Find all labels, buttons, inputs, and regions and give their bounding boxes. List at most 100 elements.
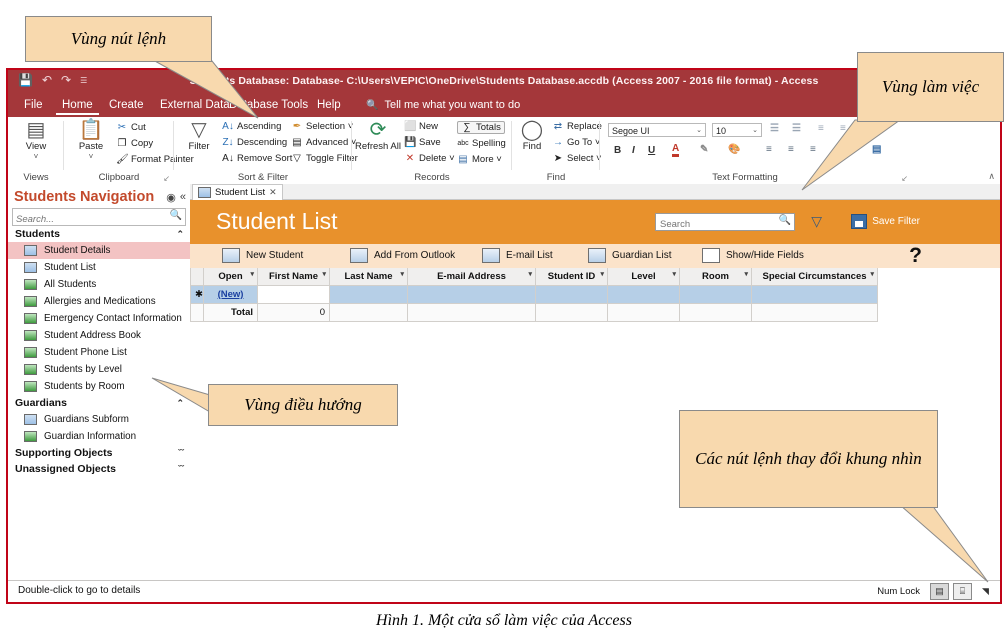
font-size-combobox[interactable]: 10 ⌄ [712, 123, 762, 137]
nav-item-allergies-and-medications[interactable]: Allergies and Medications [8, 293, 190, 310]
highlight-icon[interactable]: ✎ [700, 144, 708, 155]
new-record-button[interactable]: ⬜ New [404, 121, 438, 132]
add-from-outlook-button[interactable]: Add From Outlook [350, 248, 455, 263]
chevron-down-icon[interactable]: ▾ [400, 270, 404, 278]
toggle-filter-button[interactable]: ▽ Toggle Filter [291, 153, 358, 164]
cell-email-address[interactable] [407, 285, 536, 304]
select-all-corner[interactable] [190, 268, 204, 286]
form-search-box[interactable]: 🔍 [655, 213, 795, 233]
nav-item-student-address-book[interactable]: Student Address Book [8, 327, 190, 344]
cell-room[interactable] [679, 285, 752, 304]
chevron-down-icon[interactable]: ▾ [744, 270, 748, 278]
cell-open[interactable]: (New) [203, 285, 258, 304]
decrease-indent-icon[interactable]: ≡ [818, 123, 824, 134]
text-formatting-dialog-launcher-icon[interactable]: ↙ [901, 174, 908, 183]
column-header-open[interactable]: Open ▾ [203, 268, 258, 286]
clipboard-dialog-launcher-icon[interactable]: ↙ [163, 174, 170, 183]
nav-item-guardians-subform[interactable]: Guardians Subform [8, 411, 190, 428]
help-icon[interactable]: ? [909, 244, 922, 268]
design-view-button[interactable]: ◥ [976, 583, 995, 600]
chevron-down-icon[interactable]: ▾ [528, 270, 532, 278]
align-left-icon[interactable]: ≡ [766, 144, 772, 155]
nav-group-header[interactable]: Students ⌃ [8, 226, 190, 242]
new-record-link[interactable]: (New) [218, 289, 244, 300]
column-header-student-id[interactable]: Student ID ▾ [535, 268, 608, 286]
advanced-button[interactable]: ▤ Advanced ˅ [291, 137, 356, 148]
tab-create[interactable]: Create [103, 97, 150, 113]
search-input[interactable] [13, 211, 168, 228]
background-color-icon[interactable]: 🎨 [728, 144, 740, 155]
new-student-button[interactable]: New Student [222, 248, 303, 263]
search-input[interactable] [656, 216, 774, 233]
align-center-icon[interactable]: ≡ [788, 144, 794, 155]
alternate-row-color-icon[interactable]: ▤ [872, 144, 881, 155]
navigation-menu-icon[interactable]: ◉ [166, 191, 176, 204]
cell-last-name[interactable] [329, 285, 408, 304]
remove-sort-button[interactable]: A↓ Remove Sort [222, 153, 292, 164]
font-name-combobox[interactable]: Segoe UI ⌄ [608, 123, 706, 137]
collapse-ribbon-icon[interactable]: ∧ [988, 171, 995, 182]
save-record-button[interactable]: 💾 Save [404, 137, 441, 148]
cell-first-name[interactable] [257, 285, 330, 304]
nav-item-student-details[interactable]: Student Details [8, 242, 190, 259]
nav-item-all-students[interactable]: All Students [8, 276, 190, 293]
chevron-up-icon[interactable]: ⌃ [176, 398, 184, 409]
nav-item-students-by-level[interactable]: Students by Level [8, 361, 190, 378]
nav-item-student-phone-list[interactable]: Student Phone List [8, 344, 190, 361]
form-view-button[interactable]: ▤ [930, 583, 949, 600]
filter-icon[interactable]: ▽ [811, 213, 822, 230]
chevron-down-icon[interactable]: ▾ [250, 270, 254, 278]
go-to-button[interactable]: → Go To ˅ [552, 137, 600, 148]
chevron-double-down-icon[interactable]: ˇˇ [178, 464, 184, 474]
chevron-double-down-icon[interactable]: ˇˇ [178, 448, 184, 458]
italic-button[interactable]: I [632, 145, 635, 156]
column-header-last-name[interactable]: Last Name ▾ [329, 268, 408, 286]
nav-group-supporting-objects[interactable]: Supporting Objects ˇˇ [8, 445, 190, 461]
column-header-email-address[interactable]: E-mail Address ▾ [407, 268, 536, 286]
bold-button[interactable]: B [614, 145, 621, 156]
filter-button[interactable]: ▽ Filter [176, 119, 222, 152]
row-selector[interactable] [190, 303, 204, 322]
chevron-down-icon[interactable]: ⌄ [752, 124, 758, 138]
cell-student-id[interactable] [535, 285, 608, 304]
cut-button[interactable]: ✂ Cut [116, 122, 146, 133]
chevron-up-icon[interactable]: ⌃ [176, 229, 184, 240]
row-selector[interactable]: ✱ [190, 285, 204, 304]
chevron-down-icon[interactable]: ▾ [600, 270, 604, 278]
chevron-down-icon[interactable]: ▾ [672, 270, 676, 278]
view-button[interactable]: ▤ View ˅ [13, 119, 59, 161]
tab-home[interactable]: Home [56, 97, 99, 115]
delete-record-button[interactable]: ✕ Delete ˅ [404, 153, 455, 164]
column-header-level[interactable]: Level ▾ [607, 268, 680, 286]
align-right-icon[interactable]: ≡ [810, 144, 816, 155]
selection-button[interactable]: ✒ Selection ˅ [291, 121, 353, 132]
table-row[interactable]: ✱ (New) [190, 285, 1000, 304]
tab-database-tools[interactable]: Database Tools [223, 97, 314, 113]
column-header-first-name[interactable]: First Name ▾ [257, 268, 330, 286]
cell-level[interactable] [607, 285, 680, 304]
nav-group-header[interactable]: Guardians ⌃ [8, 395, 190, 411]
show-hide-fields-button[interactable]: Show/Hide Fields [702, 248, 804, 263]
navigation-search-box[interactable]: 🔍 [12, 208, 186, 228]
find-button[interactable]: ◯ Find [512, 119, 552, 152]
tab-file[interactable]: File [18, 97, 49, 113]
chevron-down-icon[interactable]: ⌄ [696, 124, 702, 138]
increase-indent-icon[interactable]: ≡ [840, 123, 846, 134]
chevron-down-icon[interactable]: ▾ [322, 270, 326, 278]
replace-button[interactable]: ⇄ Replace [552, 121, 602, 132]
collapse-pane-icon[interactable]: « [180, 191, 186, 204]
text-direction-icon[interactable]: ¶ [868, 123, 874, 134]
nav-group-unassigned-objects[interactable]: Unassigned Objects ˇˇ [8, 461, 190, 477]
more-button[interactable]: ▤ More ˅ [457, 154, 502, 165]
select-button[interactable]: ➤ Select ˅ [552, 153, 602, 164]
nav-item-student-list[interactable]: Student List [8, 259, 190, 276]
guardian-list-button[interactable]: Guardian List [588, 248, 671, 263]
paste-button[interactable]: 📋 Paste ˅ [68, 119, 114, 161]
totals-button[interactable]: ∑ Totals [457, 121, 505, 134]
bullets-icon[interactable]: ☰ [770, 123, 779, 134]
email-list-button[interactable]: E-mail List [482, 248, 553, 263]
column-header-room[interactable]: Room ▾ [679, 268, 752, 286]
descending-button[interactable]: Z↓ Descending [222, 137, 287, 148]
refresh-all-button[interactable]: ⟳ Refresh All [354, 119, 402, 152]
nav-item-students-by-room[interactable]: Students by Room [8, 378, 190, 395]
